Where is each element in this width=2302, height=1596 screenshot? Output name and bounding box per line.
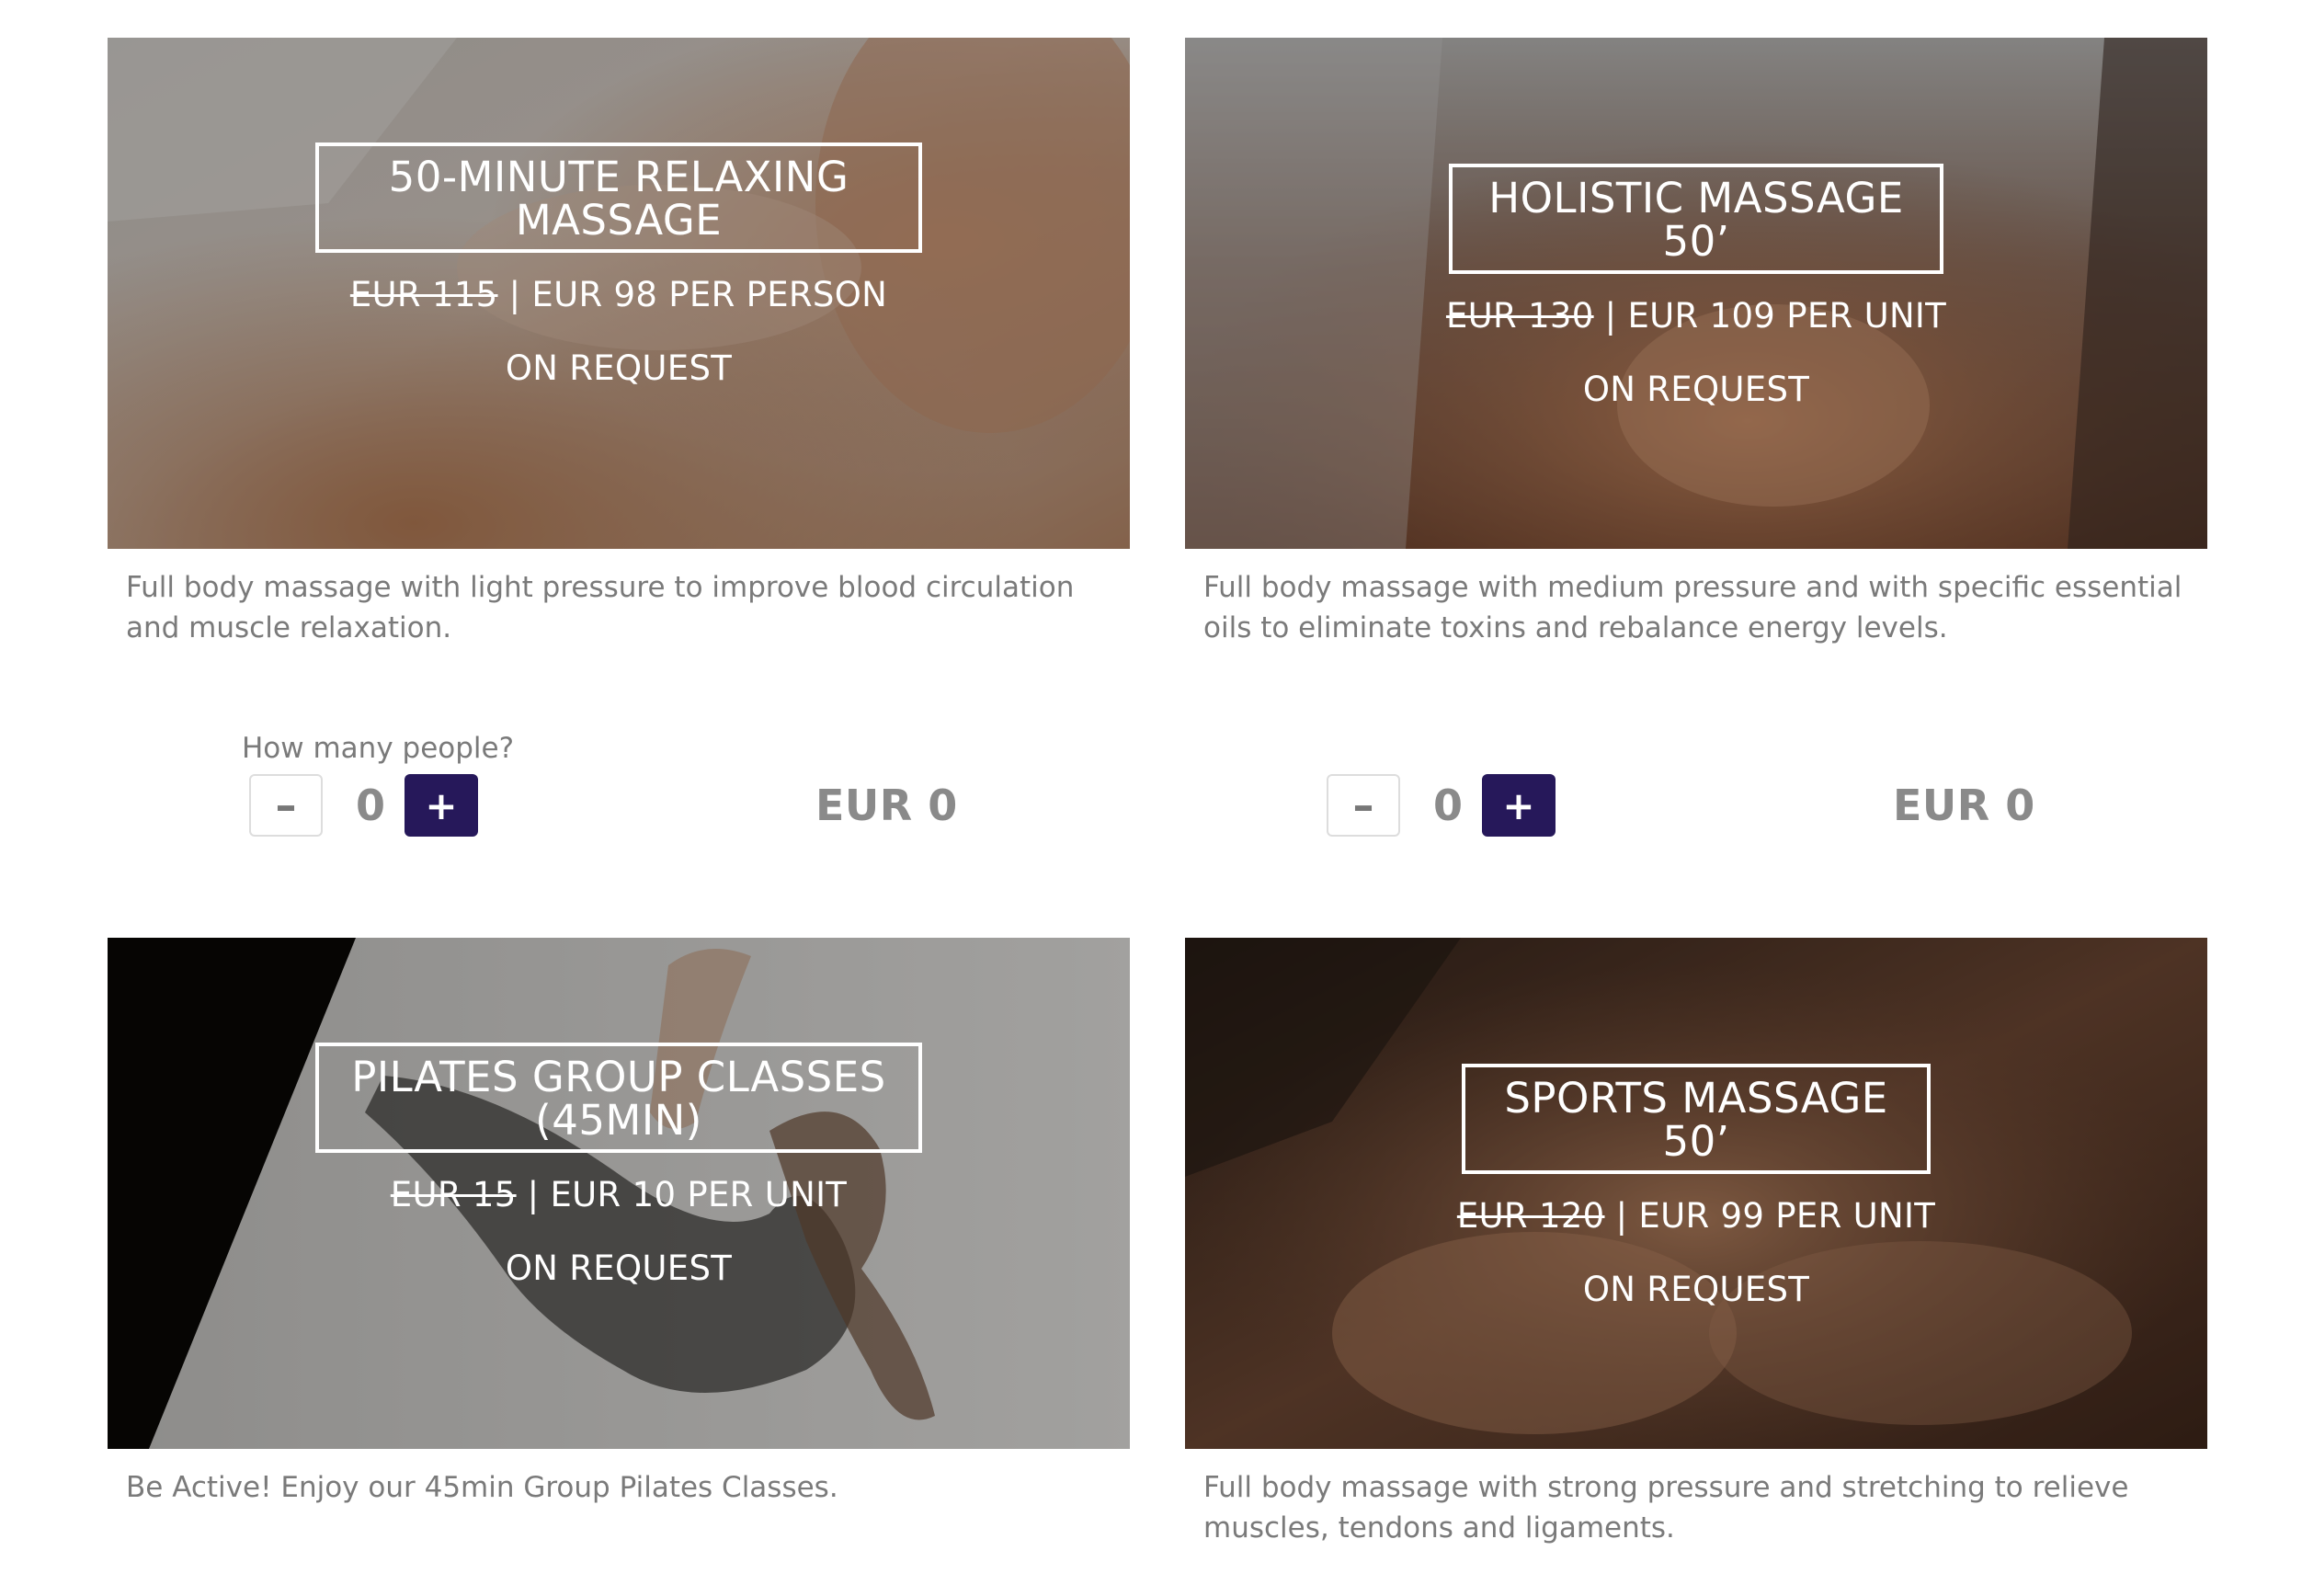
availability-text: ON REQUEST [505, 1248, 733, 1288]
service-description: Full body massage with strong pressure a… [1203, 1471, 2129, 1545]
quantity-label: How many people? [242, 732, 515, 765]
total-price: EUR 0 [815, 781, 958, 830]
new-price: EUR 98 PER PERSON [531, 275, 888, 314]
old-price: EUR 115 [349, 275, 498, 314]
price-separator: | [497, 275, 532, 314]
service-title: PILATES GROUP CLASSES (45MIN) [315, 1043, 922, 1153]
price-separator: | [516, 1175, 551, 1214]
quantity-value: 0 [355, 781, 385, 830]
old-price: EUR 120 [1456, 1196, 1605, 1236]
service-description: Full body massage with light pressure to… [126, 571, 1075, 644]
quantity-selector-relaxing-massage: How many people? – 0 + EUR 0 [108, 717, 1130, 846]
price-line: EUR 130 | EUR 109 PER UNIT [1446, 296, 1946, 336]
price-separator: | [1593, 296, 1628, 336]
price-line: EUR 120 | EUR 99 PER UNIT [1457, 1196, 1935, 1237]
price-line: EUR 15 | EUR 10 PER UNIT [391, 1175, 847, 1215]
availability-text: ON REQUEST [1582, 370, 1810, 409]
availability-text: ON REQUEST [1582, 1270, 1810, 1309]
service-card-holistic-massage: HOLISTIC MASSAGE 50’ EUR 130 | EUR 109 P… [1185, 38, 2207, 648]
service-hero-image[interactable]: HOLISTIC MASSAGE 50’ EUR 130 | EUR 109 P… [1185, 38, 2207, 549]
total-price: EUR 0 [1893, 781, 2035, 830]
service-hero-image[interactable]: 50-MINUTE RELAXING MASSAGE EUR 115 | EUR… [108, 38, 1130, 549]
increase-quantity-button[interactable]: + [405, 774, 478, 837]
old-price: EUR 15 [390, 1175, 517, 1214]
old-price: EUR 130 [1445, 296, 1594, 336]
price-separator: | [1604, 1196, 1639, 1236]
service-hero-image[interactable]: PILATES GROUP CLASSES (45MIN) EUR 15 | E… [108, 938, 1130, 1449]
new-price: EUR 109 PER UNIT [1627, 296, 1947, 336]
hero-text-overlay: HOLISTIC MASSAGE 50’ EUR 130 | EUR 109 P… [1185, 38, 2207, 549]
decrease-quantity-button[interactable]: – [1327, 774, 1400, 837]
spa-services-page: 50-MINUTE RELAXING MASSAGE EUR 115 | EUR… [0, 0, 2302, 1596]
service-card-sports-massage: SPORTS MASSAGE 50’ EUR 120 | EUR 99 PER … [1185, 938, 2207, 1548]
new-price: EUR 99 PER UNIT [1638, 1196, 1936, 1236]
hero-text-overlay: PILATES GROUP CLASSES (45MIN) EUR 15 | E… [108, 938, 1130, 1449]
service-hero-image[interactable]: SPORTS MASSAGE 50’ EUR 120 | EUR 99 PER … [1185, 938, 2207, 1449]
quantity-value: 0 [1432, 781, 1463, 830]
service-card-relaxing-massage: 50-MINUTE RELAXING MASSAGE EUR 115 | EUR… [108, 38, 1130, 648]
new-price: EUR 10 PER UNIT [550, 1175, 848, 1214]
increase-quantity-button[interactable]: + [1482, 774, 1556, 837]
availability-text: ON REQUEST [505, 348, 733, 388]
service-card-pilates-classes: PILATES GROUP CLASSES (45MIN) EUR 15 | E… [108, 938, 1130, 1508]
hero-text-overlay: SPORTS MASSAGE 50’ EUR 120 | EUR 99 PER … [1185, 938, 2207, 1449]
service-description: Full body massage with medium pressure a… [1203, 571, 2182, 644]
service-title: 50-MINUTE RELAXING MASSAGE [315, 142, 922, 253]
decrease-quantity-button[interactable]: – [249, 774, 323, 837]
hero-text-overlay: 50-MINUTE RELAXING MASSAGE EUR 115 | EUR… [108, 38, 1130, 549]
service-title: HOLISTIC MASSAGE 50’ [1449, 164, 1943, 274]
quantity-selector-holistic-massage: – 0 + EUR 0 [1185, 717, 2207, 846]
price-line: EUR 115 | EUR 98 PER PERSON [350, 275, 887, 315]
service-title: SPORTS MASSAGE 50’ [1462, 1064, 1931, 1174]
service-description: Be Active! Enjoy our 45min Group Pilates… [126, 1471, 838, 1504]
